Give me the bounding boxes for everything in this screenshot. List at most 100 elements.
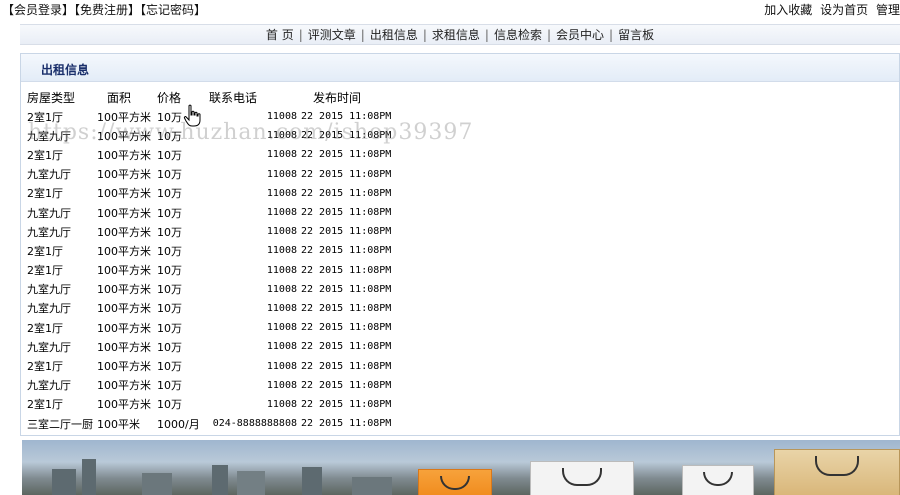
add-favorite-link[interactable]: 加入收藏 (764, 3, 812, 17)
cell-area: 100平方米 (97, 302, 151, 316)
top-bar: 【会员登录】【免费注册】【忘记密码】 加入收藏 设为首页 管理 (0, 0, 900, 18)
cell-area: 100平方米 (97, 225, 151, 239)
cell-phone: 11008 (266, 187, 297, 199)
cell-phone: 11008 (266, 302, 297, 314)
set-homepage-link[interactable]: 设为首页 (820, 3, 868, 17)
cell-phone: 11008 (266, 264, 297, 276)
cell-phone: 11008 (266, 226, 297, 238)
building-shape (352, 477, 392, 495)
cell-time: 22 2015 11:08PM (301, 379, 392, 391)
hand-cursor-icon (183, 104, 201, 127)
nav-item-search[interactable]: 信息检索 (494, 28, 542, 42)
table-row: 2室1厅 100平方米 10万 11008 22 2015 11:08PM (27, 318, 391, 337)
col-header-time: 发布时间 (313, 91, 362, 105)
table-row: 九室九厅 100平方米 10万 11008 22 2015 11:08PM (27, 299, 391, 318)
table-row: 九室九厅 100平方米 10万 11008 22 2015 11:08PM (27, 165, 391, 184)
nav-item-wanted[interactable]: 求租信息 (432, 28, 480, 42)
table-row: 九室九厅 100平方米 10万 11008 22 2015 11:08PM (27, 280, 391, 299)
table-row: 九室九厅 100平方米 10万 11008 22 2015 11:08PM (27, 337, 391, 356)
cell-time: 22 2015 11:08PM (301, 264, 392, 276)
cell-phone: 11008 (266, 130, 297, 142)
promo-banner (22, 440, 900, 495)
cell-area: 100平方米 (97, 360, 151, 374)
cell-type: 九室九厅 (27, 283, 71, 297)
cell-price: 10万 (157, 283, 182, 297)
table-row: 2室1厅 100平方米 10万 11008 22 2015 11:08PM (27, 356, 391, 375)
nav-separator: | (546, 28, 552, 42)
cell-type: 九室九厅 (27, 206, 71, 220)
cell-type: 九室九厅 (27, 379, 71, 393)
cell-phone: 11008 (266, 379, 297, 391)
shopping-bag-image (774, 449, 900, 495)
cell-type: 2室1厅 (27, 148, 63, 162)
col-header-phone: 联系电话 (209, 91, 258, 105)
cell-type: 2室1厅 (27, 110, 63, 124)
nav-item-rentals[interactable]: 出租信息 (370, 28, 418, 42)
panel-title: 出租信息 (41, 63, 90, 77)
nav-separator: | (298, 28, 303, 42)
cell-price: 10万 (157, 379, 182, 393)
cell-time: 22 2015 11:08PM (301, 111, 392, 123)
cell-phone: 11008 (266, 360, 297, 372)
table-row: 2室1厅 100平方米 10万 11008 22 2015 11:08PM (27, 395, 391, 414)
cell-price: 10万 (157, 225, 182, 239)
cell-phone: 11008 (266, 341, 297, 353)
cell-area: 100平方米 (97, 379, 151, 393)
nav-item-home[interactable]: 首 页 (266, 28, 294, 42)
col-header-area: 面积 (107, 91, 132, 105)
nav-item-guestbook[interactable]: 留言板 (618, 28, 654, 42)
nav-separator: | (360, 28, 365, 42)
cell-type: 九室九厅 (27, 340, 71, 354)
cell-time: 22 2015 11:08PM (301, 283, 392, 295)
table-row: 2室1厅 100平方米 10万 11008 22 2015 11:08PM (27, 241, 391, 260)
col-header-type: 房屋类型 (27, 91, 76, 105)
table-row: 九室九厅 100平方米 10万 11008 22 2015 11:08PM (27, 222, 391, 241)
cell-area: 100平方米 (97, 321, 151, 335)
admin-link[interactable]: 管理 (876, 3, 900, 17)
cell-area: 100平方米 (97, 110, 151, 124)
site-links: 加入收藏 设为首页 管理 (760, 1, 900, 18)
cell-area: 100平方米 (97, 244, 151, 258)
shopping-bag-image (530, 461, 634, 495)
cell-price: 10万 (157, 321, 182, 335)
table-row: 九室九厅 100平方米 10万 11008 22 2015 11:08PM (27, 376, 391, 395)
cell-time: 22 2015 11:08PM (301, 226, 392, 238)
forgot-password-link[interactable]: 【忘记密码】 (140, 3, 206, 17)
cell-price: 1000/月 (157, 417, 200, 431)
building-shape (212, 465, 228, 495)
table-row: 2室1厅 100平方米 10万 11008 22 2015 11:08PM (27, 145, 391, 164)
cell-area: 100平方米 (97, 340, 151, 354)
cell-time: 22 2015 11:08PM (301, 130, 392, 142)
cell-time: 22 2015 11:08PM (301, 360, 392, 372)
cell-type: 九室九厅 (27, 225, 71, 239)
cell-phone: 11008 (266, 322, 297, 334)
table-row: 2室1厅 100平方米 10万 11008 22 2015 11:08PM (27, 107, 391, 126)
cell-area: 100平方米 (97, 398, 151, 412)
cell-price: 10万 (157, 129, 182, 143)
cell-price: 10万 (157, 148, 182, 162)
cell-price: 10万 (157, 360, 182, 374)
cell-price: 10万 (157, 340, 182, 354)
cell-time: 22 2015 11:08PM (301, 245, 392, 257)
cell-area: 100平方米 (97, 187, 151, 201)
cell-area: 100平方米 (97, 148, 151, 162)
cell-price: 10万 (157, 244, 182, 258)
cell-type: 2室1厅 (27, 264, 63, 278)
cell-price: 10万 (157, 398, 182, 412)
table-header-row: 房屋类型 面积 价格 联系电话 发布时间 (27, 88, 391, 107)
shopping-bag-image (418, 469, 492, 495)
cell-time: 22 2015 11:08PM (301, 341, 392, 353)
free-register-link[interactable]: 【免费注册】 (74, 3, 140, 17)
cell-area: 100平方米 (97, 264, 151, 278)
cell-type: 2室1厅 (27, 360, 63, 374)
member-links: 【会员登录】【免费注册】【忘记密码】 (2, 1, 206, 18)
cell-time: 22 2015 11:08PM (301, 149, 392, 161)
member-login-link[interactable]: 【会员登录】 (2, 3, 74, 17)
cell-phone: 11008 (266, 168, 297, 180)
nav-item-reviews[interactable]: 评测文章 (308, 28, 356, 42)
nav-separator: | (422, 28, 427, 42)
table-row: 2室1厅 100平方米 10万 11008 22 2015 11:08PM (27, 261, 391, 280)
cell-phone: 11008 (266, 398, 297, 410)
nav-item-member-center[interactable]: 会员中心 (556, 28, 604, 42)
building-shape (52, 469, 76, 495)
